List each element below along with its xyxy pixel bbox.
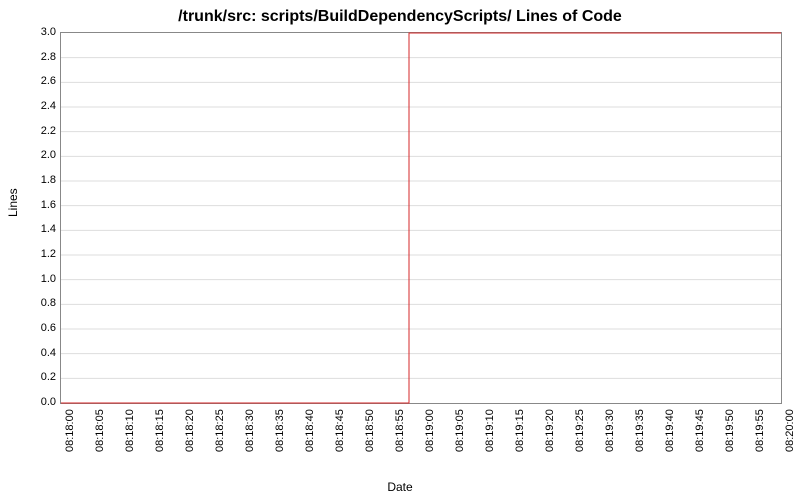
- x-tick-label: 08:20:00: [784, 409, 796, 452]
- x-tick-label: 08:19:15: [514, 409, 526, 452]
- x-tick-label: 08:18:00: [64, 409, 76, 452]
- x-tick-label: 08:19:45: [694, 409, 706, 452]
- chart-container: /trunk/src: scripts/BuildDependencyScrip…: [0, 0, 800, 500]
- x-tick-label: 08:19:25: [574, 409, 586, 452]
- y-tick-label: 0.2: [28, 371, 56, 383]
- line-series: [61, 33, 781, 403]
- y-tick-label: 2.8: [28, 51, 56, 63]
- y-tick-label: 1.8: [28, 174, 56, 186]
- y-tick-label: 2.4: [28, 100, 56, 112]
- x-tick-label: 08:18:35: [274, 409, 286, 452]
- y-tick-label: 0.8: [28, 297, 56, 309]
- x-tick-label: 08:19:35: [634, 409, 646, 452]
- y-tick-label: 0.4: [28, 347, 56, 359]
- y-tick-label: 0.0: [28, 396, 56, 408]
- x-axis-label: Date: [0, 480, 800, 494]
- x-tick-label: 08:19:30: [604, 409, 616, 452]
- x-tick-label: 08:18:45: [334, 409, 346, 452]
- y-tick-label: 1.0: [28, 273, 56, 285]
- y-tick-label: 1.6: [28, 199, 56, 211]
- x-tick-label: 08:18:30: [244, 409, 256, 452]
- x-tick-label: 08:19:55: [754, 409, 766, 452]
- x-tick-label: 08:19:20: [544, 409, 556, 452]
- y-tick-label: 2.0: [28, 149, 56, 161]
- x-tick-label: 08:18:25: [214, 409, 226, 452]
- x-tick-label: 08:18:10: [124, 409, 136, 452]
- y-axis-label: Lines: [6, 188, 20, 217]
- y-tick-label: 1.2: [28, 248, 56, 260]
- x-tick-label: 08:18:55: [394, 409, 406, 452]
- x-tick-label: 08:18:15: [154, 409, 166, 452]
- y-tick-label: 1.4: [28, 223, 56, 235]
- x-tick-label: 08:19:10: [484, 409, 496, 452]
- y-tick-label: 3.0: [28, 26, 56, 38]
- y-tick-label: 0.6: [28, 322, 56, 334]
- plot-area: [60, 32, 782, 404]
- x-tick-label: 08:19:40: [664, 409, 676, 452]
- x-tick-label: 08:18:20: [184, 409, 196, 452]
- x-tick-label: 08:18:50: [364, 409, 376, 452]
- x-tick-label: 08:19:50: [724, 409, 736, 452]
- chart-title: /trunk/src: scripts/BuildDependencyScrip…: [0, 8, 800, 26]
- x-tick-label: 08:18:05: [94, 409, 106, 452]
- y-tick-label: 2.2: [28, 125, 56, 137]
- x-tick-label: 08:19:00: [424, 409, 436, 452]
- x-tick-label: 08:18:40: [304, 409, 316, 452]
- y-tick-label: 2.6: [28, 75, 56, 87]
- x-tick-label: 08:19:05: [454, 409, 466, 452]
